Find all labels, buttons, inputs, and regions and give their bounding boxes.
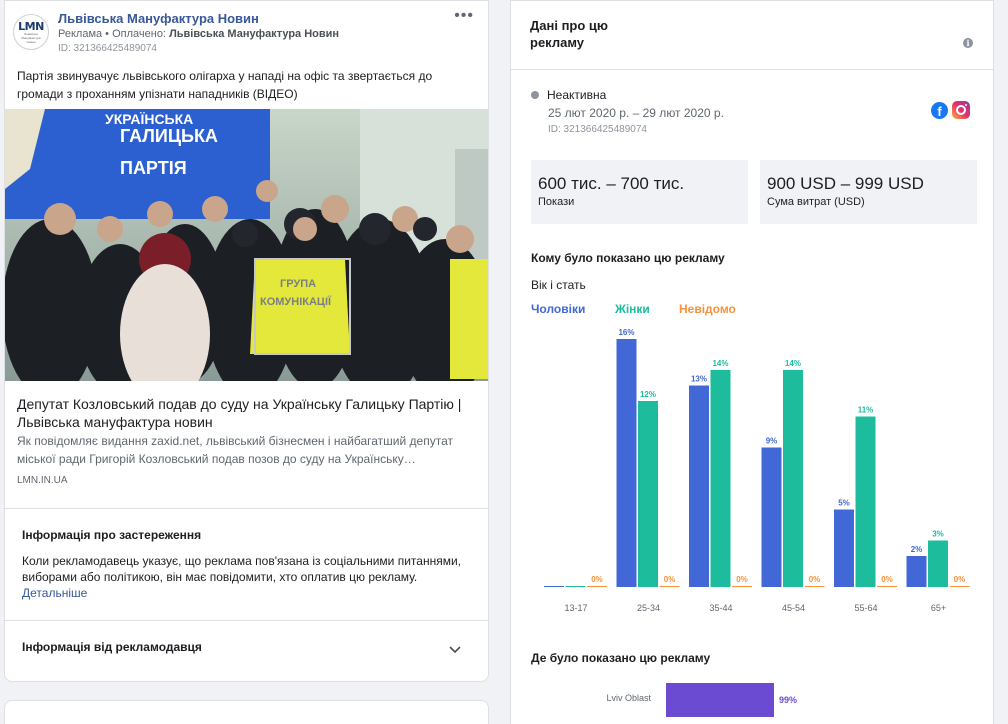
paid-by: Львівська Мануфактура Новин [169, 28, 340, 40]
ad-header: LMN Львівська Мануфактура Новин Львівськ… [5, 1, 488, 61]
bar-label-65+-1: 3% [932, 530, 944, 539]
bar-label-65+-0: 2% [911, 545, 923, 554]
ad-details-panel: Дані про цю рекламу i Неактивна 25 лют 2… [510, 0, 994, 724]
panel-ad-id: ID: 321366425489074 [548, 124, 647, 135]
learn-more-link[interactable]: Детальніше [22, 586, 87, 600]
bar-65+-0[interactable] [906, 556, 927, 587]
bar-label-35-44-2: 0% [736, 575, 748, 584]
sponsored-prefix: Реклама • Оплачено: [58, 28, 170, 40]
region-title: Де було показано цю рекламу [531, 651, 711, 665]
ad-id: ID: 321366425489074 [58, 43, 157, 54]
page-name-link[interactable]: Львівська Мануфактура Новин [58, 11, 259, 26]
bar-35-44-0[interactable] [689, 385, 709, 588]
logo-subtext: Львівська Мануфактура Новин [21, 31, 41, 44]
bar-25-34-0[interactable] [616, 339, 637, 587]
bar-65+-2[interactable] [949, 586, 970, 587]
instagram-icon [952, 101, 970, 119]
impressions-label: Покази [538, 196, 575, 208]
date-range: 25 лют 2020 р. – 29 лют 2020 р. [548, 106, 724, 120]
bar-45-54-0[interactable] [761, 447, 782, 588]
bar-35-44-2[interactable] [732, 586, 752, 587]
bar-label-45-54-0: 9% [766, 437, 778, 446]
x-tick-label: 45-54 [782, 603, 805, 613]
bar-label-45-54-2: 0% [809, 575, 821, 584]
bar-label-55-64-2: 0% [881, 575, 893, 584]
ad-image-photo: УКРАЇНСЬКА ГАЛИЦЬКА ПАРТІЯ ГРУПА КОМУНІК… [5, 109, 488, 381]
disclaimer-text: Коли рекламодавець указує, що реклама по… [22, 553, 462, 601]
status-dot-icon [531, 91, 539, 99]
audience-title: Кому було показано цю рекламу [531, 251, 725, 265]
sponsored-line: Реклама • Оплачено: Львівська Мануфактур… [58, 28, 339, 40]
disclaimer-body: Коли рекламодавець указує, що реклама по… [22, 554, 461, 584]
ad-body-text: Партія звинувачує львівського олігарха у… [17, 69, 433, 101]
bar-55-64-2[interactable] [877, 586, 897, 587]
bar-label-35-44-0: 13% [691, 375, 707, 384]
x-tick-label: 65+ [931, 603, 946, 613]
age-gender-chart: 0% 13-17 16% 12% 0% 25-34 13% 14% 0% 35-44 9% 14% 0%… [544, 328, 970, 613]
bar-13-17-1[interactable] [565, 586, 586, 587]
spend-value: 900 USD – 999 USD [767, 174, 924, 193]
spend-label: Сума витрат (USD) [767, 196, 865, 208]
divider [4, 620, 489, 621]
x-tick-label: 13-17 [564, 603, 587, 613]
bar-25-34-1[interactable] [638, 401, 658, 587]
bar-label-25-34-0: 16% [618, 328, 634, 337]
region-bar [666, 683, 774, 717]
x-tick-label: 35-44 [709, 603, 732, 613]
info-icon[interactable]: i [963, 38, 973, 48]
bar-label-55-64-1: 11% [858, 406, 874, 415]
logo-text: LMN [18, 19, 44, 33]
divider [4, 508, 489, 509]
next-card [4, 700, 489, 724]
bar-45-54-1[interactable] [783, 370, 803, 587]
bar-13-17-0[interactable] [544, 586, 564, 587]
ad-image[interactable]: УКРАЇНСЬКА ГАЛИЦЬКА ПАРТІЯ ГРУПА КОМУНІК… [5, 109, 488, 381]
legend-men[interactable]: Чоловіки [531, 302, 585, 316]
bar-35-44-1[interactable] [710, 370, 731, 587]
bar-label-55-64-0: 5% [838, 499, 850, 508]
divider [511, 69, 993, 70]
x-tick-label: 55-64 [854, 603, 877, 613]
region-percent: 99% [779, 695, 798, 705]
bar-label-25-34-1: 12% [640, 390, 656, 399]
region-label: Lviv Oblast [606, 693, 651, 703]
banner-line1: ГАЛИЦЬКА [120, 126, 218, 146]
x-tick-label: 25-34 [637, 603, 660, 613]
vest-line1: ГРУПА [280, 278, 316, 290]
link-domain: LMN.IN.UA [17, 475, 68, 486]
page-avatar[interactable]: LMN Львівська Мануфактура Новин [13, 14, 49, 50]
chevron-down-icon[interactable] [448, 643, 462, 657]
status-text: Неактивна [547, 88, 607, 102]
banner-line2: ПАРТІЯ [120, 158, 187, 178]
age-gender-label: Вік і стать [531, 278, 586, 292]
advertiser-info-title[interactable]: Інформація від рекламодавця [22, 640, 202, 654]
link-title[interactable]: Депутат Козловський подав до суду на Укр… [17, 395, 482, 431]
more-horizontal-icon[interactable]: ••• [454, 7, 474, 25]
legend-women[interactable]: Жінки [615, 302, 650, 316]
bar-45-54-2[interactable] [804, 586, 825, 587]
bar-55-64-0[interactable] [834, 509, 854, 588]
bar-25-34-2[interactable] [659, 586, 680, 587]
impressions-box: 600 тис. – 700 тис. Покази [531, 160, 748, 224]
facebook-icon: f [931, 102, 948, 119]
bar-label-45-54-1: 14% [785, 359, 801, 368]
impressions-value: 600 тис. – 700 тис. [538, 174, 685, 193]
bar-label-25-34-2: 0% [664, 575, 676, 584]
vest-line2: КОМУНІКАЦІЇ [260, 295, 332, 308]
bar-55-64-1[interactable] [855, 416, 876, 588]
bar-label-35-44-1: 14% [712, 359, 728, 368]
link-description: Як повідомляє видання zaxid.net, львівсь… [17, 434, 453, 466]
bar-13-17-2[interactable] [587, 586, 607, 587]
disclaimer-title: Інформація про застереження [22, 528, 202, 542]
bar-label-13-17-2: 0% [591, 575, 603, 584]
bar-label-65+-2: 0% [954, 575, 966, 584]
legend-unknown[interactable]: Невідомо [679, 302, 736, 316]
bar-65+-1[interactable] [928, 540, 948, 588]
panel-title: Дані про цю рекламу [530, 18, 609, 50]
banner-top-text: УКРАЇНСЬКА [105, 111, 193, 127]
spend-box: 900 USD – 999 USD Сума витрат (USD) [760, 160, 977, 224]
